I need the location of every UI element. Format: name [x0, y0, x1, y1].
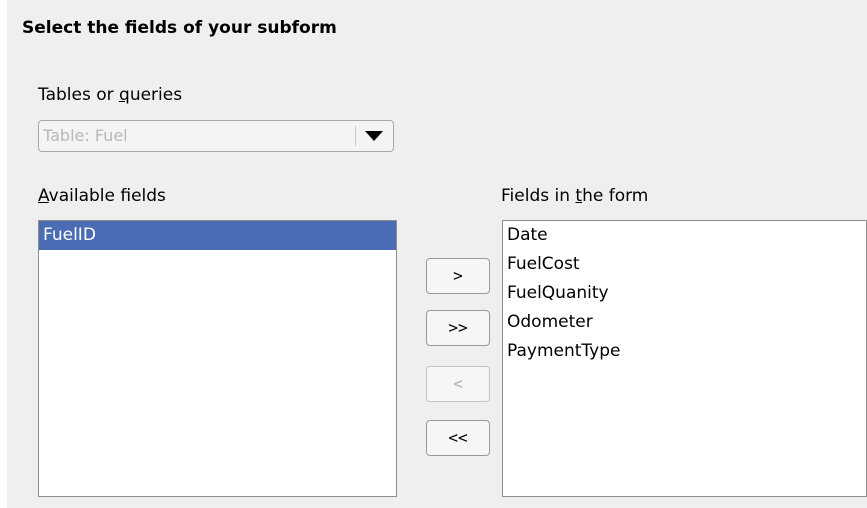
available-fields-list[interactable]: FuelID: [38, 220, 397, 497]
fields-in-form-list[interactable]: Date FuelCost FuelQuanity Odometer Payme…: [502, 220, 867, 497]
tables-or-queries-label: Tables or queries: [38, 85, 183, 105]
list-item-paymenttype[interactable]: PaymentType: [503, 337, 866, 366]
wizard-panel: Select the fields of your subform Tables…: [7, 0, 867, 508]
page-title: Select the fields of your subform: [22, 18, 337, 38]
add-field-button[interactable]: >: [426, 258, 490, 294]
remove-field-button[interactable]: <: [426, 366, 490, 402]
fields-in-form-label: Fields in the form: [501, 186, 649, 206]
list-item-fuelcost[interactable]: FuelCost: [503, 250, 866, 279]
tables-or-queries-select[interactable]: Table: Fuel: [38, 120, 394, 152]
list-item-date[interactable]: Date: [503, 221, 866, 250]
list-item-odometer[interactable]: Odometer: [503, 308, 866, 337]
remove-all-fields-button[interactable]: <<: [426, 420, 490, 456]
tables-or-queries-value: Table: Fuel: [43, 126, 128, 145]
chevron-down-icon[interactable]: [365, 131, 383, 141]
list-item-fuelid[interactable]: FuelID: [39, 221, 396, 250]
add-all-fields-button[interactable]: >>: [426, 310, 490, 346]
available-fields-label: Available fields: [38, 186, 166, 206]
list-item-fuelquanity[interactable]: FuelQuanity: [503, 279, 866, 308]
combo-separator: [355, 126, 356, 146]
